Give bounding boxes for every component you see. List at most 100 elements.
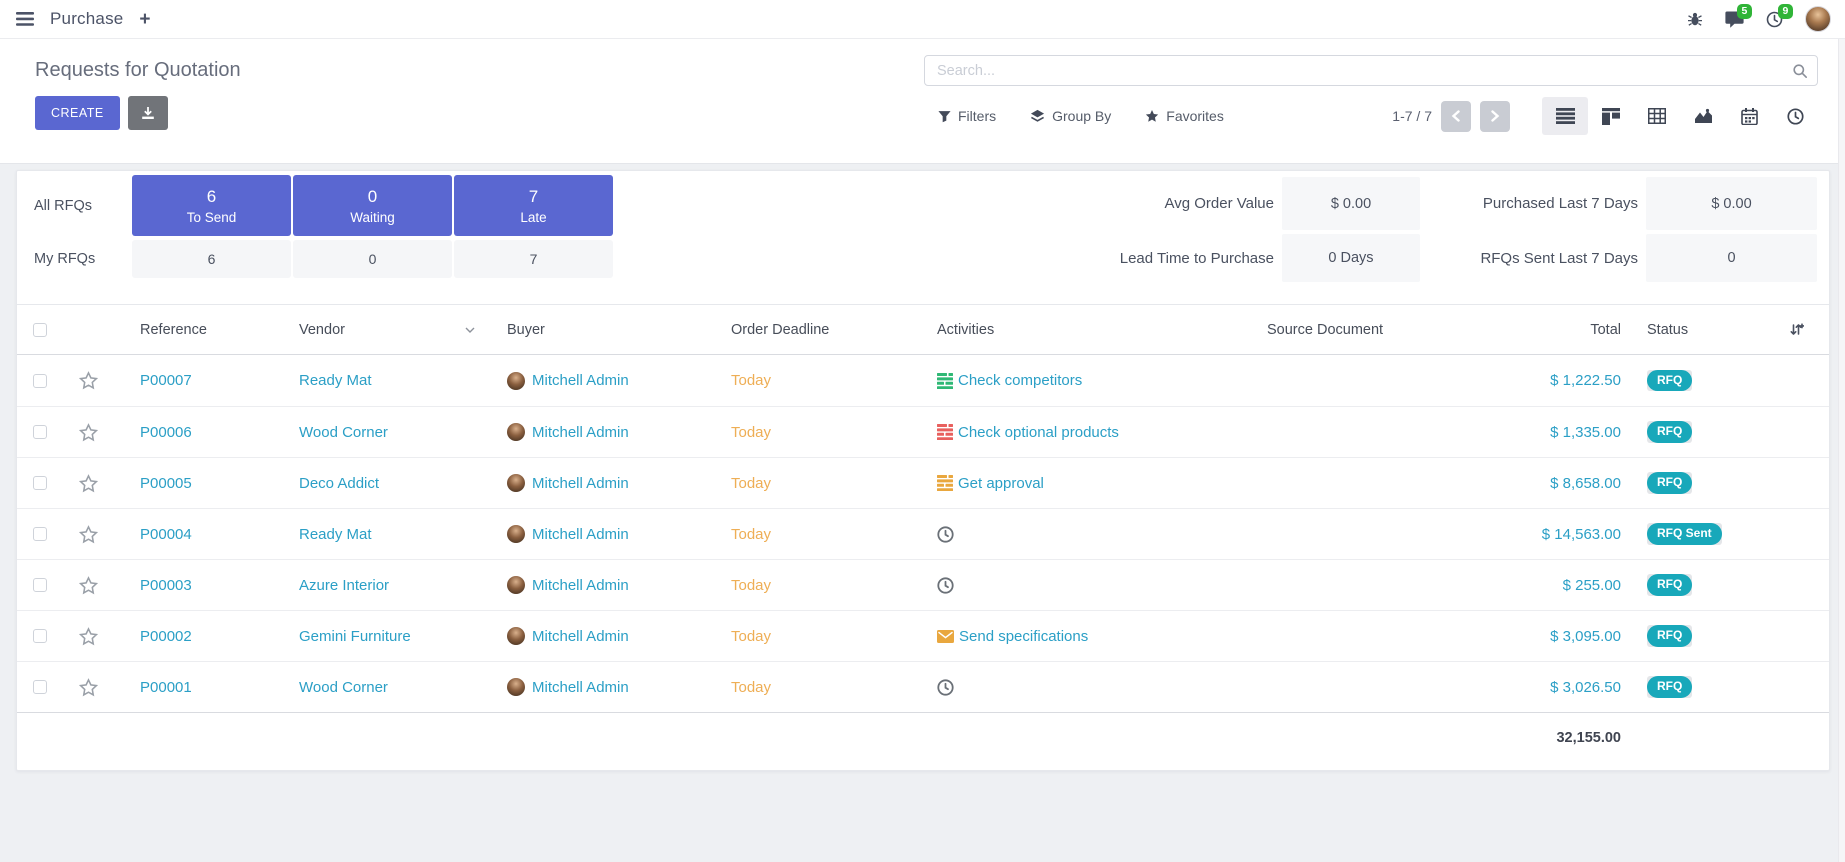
header-buyer[interactable]: Buyer [489,322,715,338]
buyer-link[interactable]: Mitchell Admin [532,577,629,594]
order-deadline-value: Today [715,424,921,441]
view-graph-icon[interactable] [1680,97,1726,135]
favorite-star-icon[interactable] [63,678,113,697]
header-reference[interactable]: Reference [113,322,283,338]
reference-link[interactable]: P00004 [113,526,283,543]
debug-bug-icon[interactable] [1687,11,1703,27]
vendor-link[interactable]: Wood Corner [283,679,489,696]
row-checkbox[interactable] [33,578,47,592]
reference-link[interactable]: P00002 [113,628,283,645]
table-row[interactable]: P00005 Deco Addict Mitchell Admin Today … [17,457,1829,508]
favorite-star-icon[interactable] [63,371,113,390]
activity-label[interactable]: Get approval [958,475,1044,492]
header-total[interactable]: Total [1501,322,1626,338]
pager-range[interactable]: 1-7 / 7 [1392,108,1432,124]
row-checkbox[interactable] [33,629,47,643]
filters-button[interactable]: Filters [938,108,996,124]
header-status[interactable]: Status [1646,322,1771,338]
table-row[interactable]: P00006 Wood Corner Mitchell Admin Today … [17,406,1829,457]
app-name[interactable]: Purchase [50,9,123,29]
activity-label[interactable]: Check optional products [958,424,1119,441]
reference-link[interactable]: P00007 [113,372,283,389]
buyer-link[interactable]: Mitchell Admin [532,628,629,645]
reference-link[interactable]: P00006 [113,424,283,441]
order-deadline-value: Today [715,679,921,696]
row-checkbox[interactable] [33,527,47,541]
table-row[interactable]: P00001 Wood Corner Mitchell Admin Today … [17,661,1829,712]
table-row[interactable]: P00007 Ready Mat Mitchell Admin Today Ch… [17,355,1829,406]
header-source-document[interactable]: Source Document [1241,322,1501,338]
activity-cell[interactable] [921,526,1241,543]
buyer-link[interactable]: Mitchell Admin [532,424,629,441]
user-avatar[interactable] [1805,6,1831,32]
activity-cell[interactable] [921,679,1241,696]
select-all-checkbox[interactable] [33,323,47,337]
row-checkbox[interactable] [33,476,47,490]
favorite-star-icon[interactable] [63,474,113,493]
header-vendor[interactable]: Vendor [283,322,489,338]
activity-cell[interactable]: Get approval [921,475,1241,492]
reference-link[interactable]: P00003 [113,577,283,594]
table-row[interactable]: P00004 Ready Mat Mitchell Admin Today $ … [17,508,1829,559]
chevron-down-icon[interactable] [465,327,475,333]
header-order-deadline[interactable]: Order Deadline [715,322,921,338]
reference-link[interactable]: P00005 [113,475,283,492]
vendor-link[interactable]: Azure Interior [283,577,489,594]
vendor-link[interactable]: Gemini Furniture [283,628,489,645]
reference-link[interactable]: P00001 [113,679,283,696]
vendor-link[interactable]: Ready Mat [283,526,489,543]
table-row[interactable]: P00003 Azure Interior Mitchell Admin Tod… [17,559,1829,610]
favorite-star-icon[interactable] [63,576,113,595]
scrollbar[interactable] [1838,39,1845,862]
export-button[interactable] [128,96,168,130]
activity-cell[interactable] [921,577,1241,594]
table-row[interactable]: P00002 Gemini Furniture Mitchell Admin T… [17,610,1829,661]
vendor-link[interactable]: Wood Corner [283,424,489,441]
my-tile-waiting[interactable]: 0 [293,240,452,278]
messages-icon[interactable]: 5 [1725,11,1744,28]
favorites-button[interactable]: Favorites [1145,108,1224,124]
activity-cell[interactable]: Check optional products [921,424,1241,441]
tile-late[interactable]: 7 Late [454,175,613,236]
favorite-star-icon[interactable] [63,525,113,544]
apps-menu-icon[interactable] [16,12,34,26]
buyer-link[interactable]: Mitchell Admin [532,372,629,389]
vendor-link[interactable]: Deco Addict [283,475,489,492]
header-activities[interactable]: Activities [921,322,1241,338]
tile-to-send[interactable]: 6 To Send [132,175,291,236]
view-activity-icon[interactable] [1772,97,1818,135]
favorite-star-icon[interactable] [63,423,113,442]
buyer-link[interactable]: Mitchell Admin [532,526,629,543]
status-badge: RFQ [1647,574,1692,596]
vendor-link[interactable]: Ready Mat [283,372,489,389]
activities-clock-icon[interactable]: 9 [1766,11,1783,28]
favorite-star-icon[interactable] [63,627,113,646]
my-tile-to-send[interactable]: 6 [132,240,291,278]
row-checkbox[interactable] [33,425,47,439]
activity-cell[interactable]: Check competitors [921,372,1241,389]
search-input[interactable] [924,55,1818,86]
search-icon[interactable] [1792,63,1808,79]
activity-label[interactable]: Send specifications [959,628,1088,645]
activity-cell[interactable]: Send specifications [921,628,1241,645]
tile-waiting[interactable]: 0 Waiting [293,175,452,236]
create-button[interactable]: CREATE [35,96,120,130]
activity-label[interactable]: Check competitors [958,372,1082,389]
view-kanban-icon[interactable] [1588,97,1634,135]
pager-previous-button[interactable] [1441,101,1471,132]
new-tab-button[interactable]: + [139,10,150,29]
row-checkbox[interactable] [33,680,47,694]
my-tile-late[interactable]: 7 [454,240,613,278]
buyer-avatar [507,678,525,696]
buyer-link[interactable]: Mitchell Admin [532,475,629,492]
view-list-icon[interactable] [1542,97,1588,135]
rfq-card: All RFQs 6 To Send 0 Waiting 7 Late My R… [16,170,1830,771]
buyer-link[interactable]: Mitchell Admin [532,679,629,696]
view-calendar-icon[interactable] [1726,97,1772,135]
view-pivot-icon[interactable] [1634,97,1680,135]
row-checkbox[interactable] [33,374,47,388]
buyer-avatar [507,423,525,441]
toggle-columns-icon[interactable] [1771,322,1821,337]
group-by-button[interactable]: Group By [1030,108,1111,124]
pager-next-button[interactable] [1480,101,1510,132]
